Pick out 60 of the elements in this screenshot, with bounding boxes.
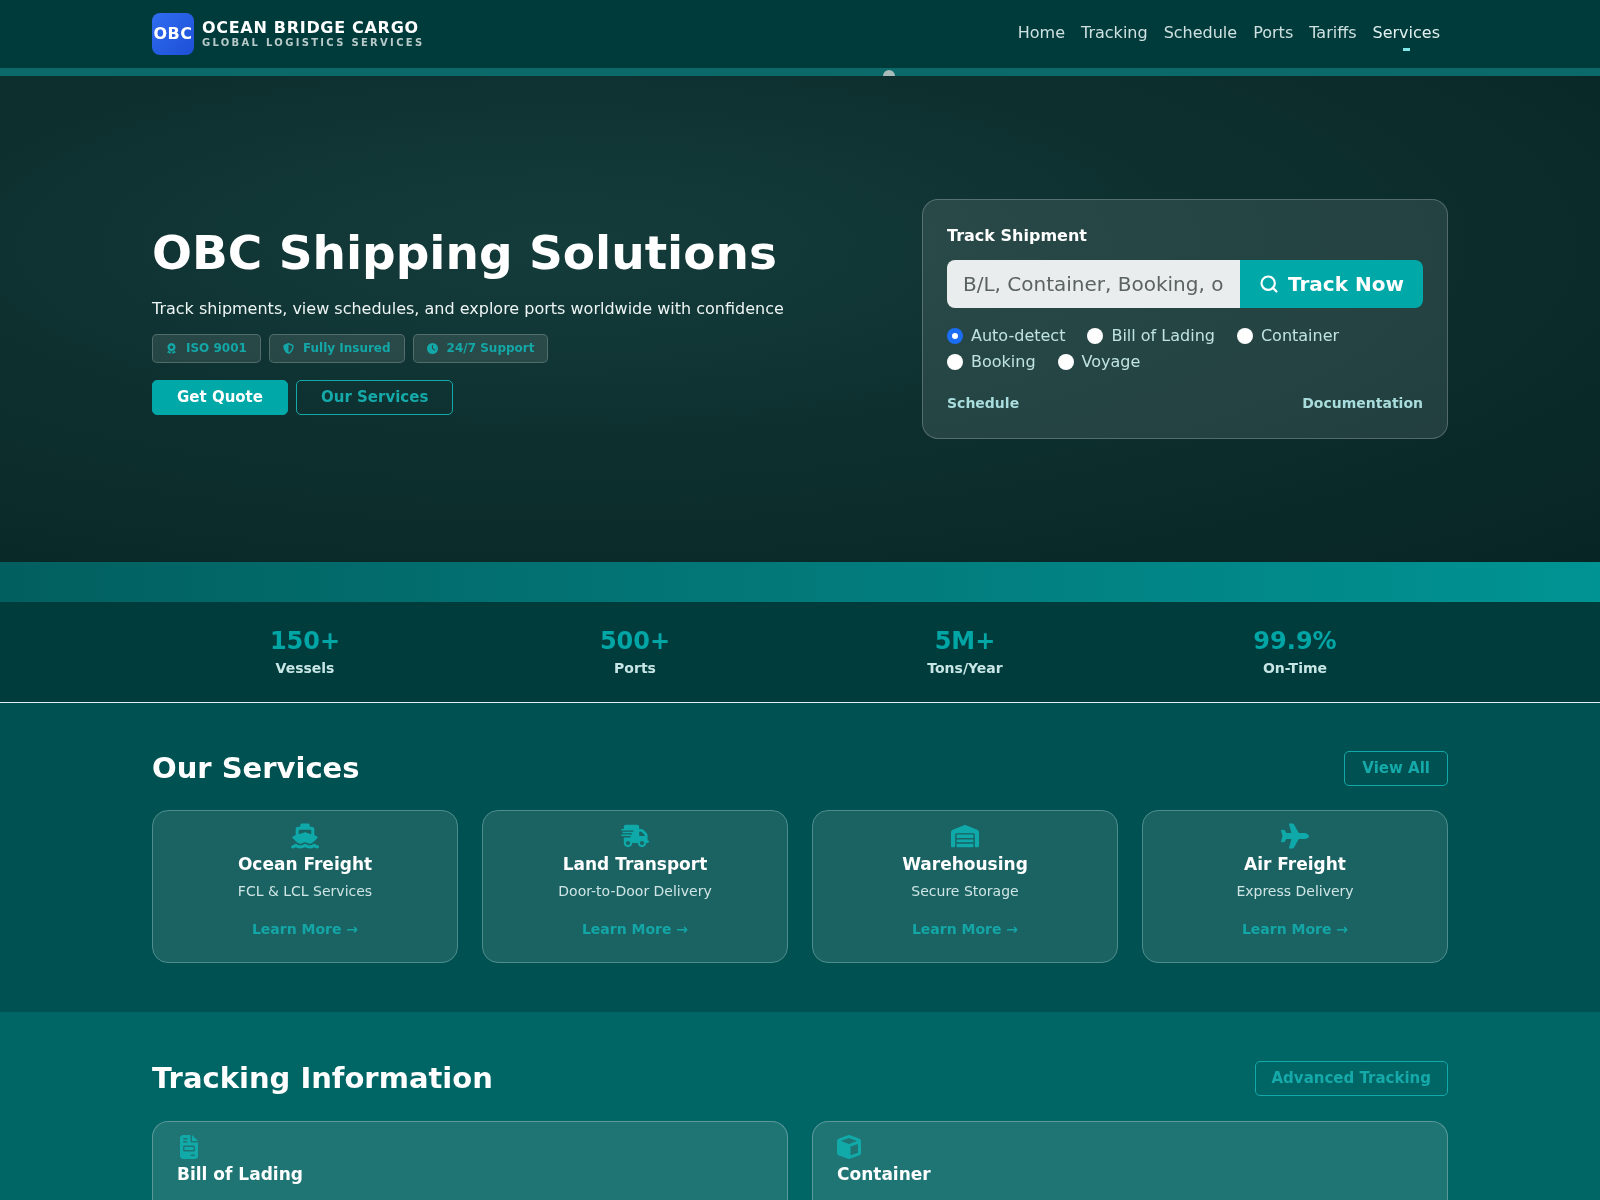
feature-label: ISO 9001 — [186, 341, 247, 355]
radio-label[interactable]: Booking — [971, 352, 1036, 372]
card-title: Track Shipment — [947, 225, 1088, 247]
radio-button[interactable] — [947, 354, 963, 370]
service-title: Land Transport — [562, 853, 708, 875]
radio-button[interactable] — [1057, 354, 1074, 370]
radio-label[interactable]: Auto-detect — [971, 326, 1066, 346]
nav-link[interactable]: Tracking — [1081, 17, 1148, 51]
brand-name: OCEAN BRIDGE CARGO — [202, 19, 420, 37]
clock-icon — [426, 342, 438, 354]
tracking-card-title: Bill of Lading — [177, 1163, 303, 1185]
stat-label: Ports — [614, 659, 656, 678]
service-description: Secure Storage — [911, 882, 1019, 901]
service-title: Air Freight — [1244, 853, 1346, 875]
nav-link[interactable]: Home — [1017, 17, 1065, 51]
logo-mark: OBC — [152, 13, 194, 55]
feature-label: 24/7 Support — [446, 341, 535, 355]
nav-link[interactable]: Schedule — [1163, 17, 1238, 51]
service-title: Ocean Freight — [237, 853, 373, 875]
card-link[interactable]: Documentation — [1302, 395, 1423, 412]
stat-value: 99.9% — [1253, 626, 1337, 656]
hero-title: OBC Shipping Solutions — [152, 223, 777, 282]
brand-tagline: GLOBAL LOGISTICS SERVICES — [202, 37, 425, 49]
card-link[interactable]: Schedule — [947, 395, 1020, 412]
service-title: Warehousing — [902, 853, 1028, 875]
tracking-card-title: Container — [837, 1163, 931, 1185]
airplane-icon — [1281, 823, 1309, 849]
stat-label: On-Time — [1262, 659, 1328, 678]
active-indicator-icon — [1402, 48, 1410, 51]
radio-button[interactable] — [1236, 328, 1253, 344]
feature-label: Fully Insured — [302, 341, 391, 355]
hero-subtitle: Track shipments, view schedules, and explore ports worldwide with confidence — [152, 297, 784, 320]
section-title: Our Services — [152, 750, 360, 786]
stat-label: Tons/Year — [927, 659, 1003, 678]
radio-button[interactable] — [1087, 328, 1104, 344]
shield-icon — [282, 342, 294, 354]
award-icon — [166, 342, 177, 354]
warehouse-icon — [951, 823, 979, 849]
section-title: Tracking Information — [152, 1060, 493, 1096]
stat-label: Vessels — [275, 659, 335, 678]
stat-value: 500+ — [599, 626, 671, 656]
document-icon — [177, 1135, 201, 1159]
service-description: Express Delivery — [1236, 882, 1354, 901]
stat-value: 150+ — [269, 626, 341, 656]
tracking-number-input[interactable]: B/L, Container, Booking, o — [947, 260, 1240, 308]
stat-value: 5M+ — [934, 626, 996, 656]
radio-button[interactable] — [947, 328, 963, 344]
hero-button[interactable]: Our Services — [295, 379, 454, 415]
service-description: FCL & LCL Services — [237, 882, 373, 901]
radio-label[interactable]: Voyage — [1081, 352, 1141, 372]
search-icon — [1259, 274, 1280, 294]
cube-icon — [837, 1135, 861, 1159]
truck-icon — [621, 823, 649, 849]
radio-label[interactable]: Bill of Lading — [1111, 326, 1215, 346]
radio-label[interactable]: Container — [1260, 326, 1340, 346]
nav-link[interactable]: Ports — [1253, 17, 1294, 51]
ship-icon — [291, 823, 319, 849]
nav-link[interactable]: Services — [1372, 17, 1440, 51]
nav-link[interactable]: Tariffs — [1309, 17, 1357, 51]
service-description: Door-to-Door Delivery — [558, 882, 712, 901]
